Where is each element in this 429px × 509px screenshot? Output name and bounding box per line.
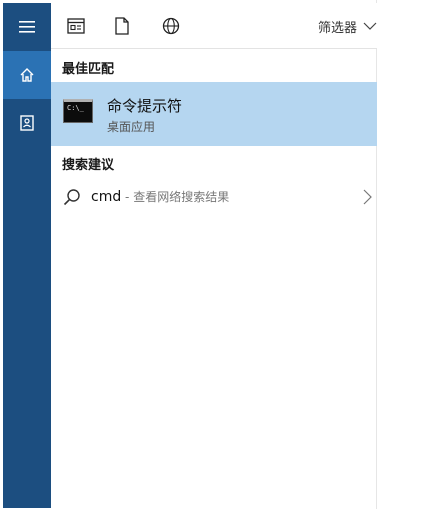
documents-filter-button[interactable]	[111, 15, 133, 37]
result-app-type: 桌面应用	[107, 120, 156, 134]
suggestion-query: cmd	[91, 189, 122, 205]
chevron-right-icon	[363, 189, 372, 205]
hamburger-icon	[19, 21, 35, 33]
search-icon	[63, 189, 80, 206]
web-filter-button[interactable]	[160, 15, 182, 37]
suggestion-separator: -	[121, 190, 134, 204]
chevron-down-icon	[363, 22, 377, 30]
notebook-icon	[20, 115, 34, 131]
filter-dropdown[interactable]: 筛选器	[318, 15, 377, 37]
globe-icon	[162, 17, 180, 35]
left-rail	[3, 3, 51, 508]
notebook-button[interactable]	[3, 99, 51, 147]
apps-icon	[67, 18, 85, 34]
document-icon	[115, 17, 129, 35]
suggestion-hint: 查看网络搜索结果	[133, 190, 230, 204]
result-app-name: 命令提示符	[107, 97, 183, 115]
suggestion-text: cmd - 查看网络搜索结果	[91, 188, 229, 205]
home-icon	[20, 68, 34, 82]
start-search-panel: 筛选器 最佳匹配 C:\_ 命令提示符 桌面应用 搜索建议 cmd - 查看网络…	[0, 0, 377, 509]
apps-filter-button[interactable]	[65, 15, 87, 37]
command-prompt-icon: C:\_	[63, 99, 93, 123]
filter-label: 筛选器	[317, 20, 357, 36]
best-match-heading: 最佳匹配	[62, 62, 115, 77]
hamburger-menu-button[interactable]	[3, 3, 51, 51]
search-suggestion-item[interactable]: cmd - 查看网络搜索结果	[51, 180, 377, 214]
search-suggestions-heading: 搜索建议	[62, 158, 115, 173]
best-match-result[interactable]: C:\_ 命令提示符 桌面应用	[51, 82, 377, 146]
search-filter-bar: 筛选器	[51, 3, 377, 49]
home-button[interactable]	[3, 51, 51, 99]
